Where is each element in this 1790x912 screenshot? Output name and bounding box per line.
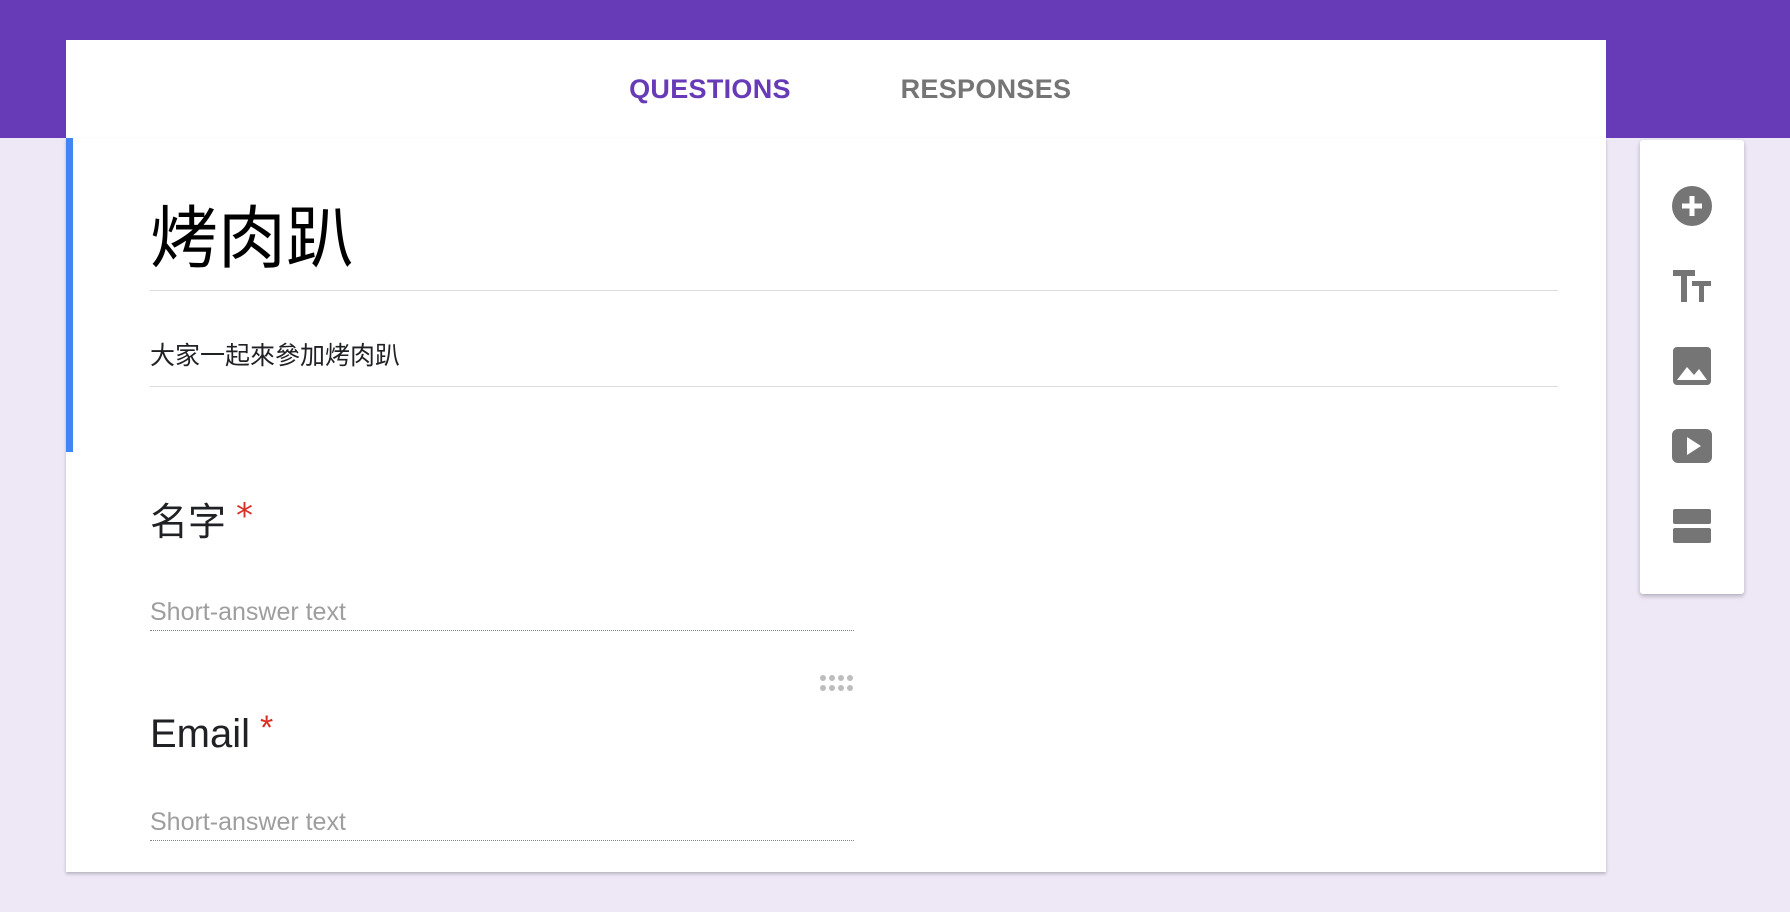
required-asterisk: * — [236, 496, 254, 536]
add-section-icon — [1673, 509, 1711, 543]
question-1-label: 名字 — [150, 500, 227, 544]
question-2-label: Email — [150, 712, 251, 756]
add-title-button[interactable] — [1662, 256, 1722, 316]
question-2-title[interactable]: Email * — [150, 709, 274, 758]
add-image-icon — [1673, 347, 1711, 385]
tab-responses[interactable]: RESPONSES — [866, 40, 1106, 138]
form-title[interactable]: 烤肉趴 — [150, 200, 1550, 280]
side-toolbar — [1640, 140, 1744, 594]
tab-questions[interactable]: QUESTIONS — [586, 40, 834, 138]
add-question-icon — [1672, 186, 1712, 226]
title-underline — [150, 290, 1558, 291]
add-video-icon — [1672, 429, 1712, 463]
add-image-button[interactable] — [1662, 336, 1722, 396]
form-card: 烤肉趴 大家一起來參加烤肉趴 名字* Email* — [66, 138, 1606, 872]
tab-bar: QUESTIONS RESPONSES — [66, 40, 1606, 176]
question-2-short-answer[interactable] — [150, 804, 854, 841]
description-underline — [150, 386, 1558, 387]
add-section-button[interactable] — [1662, 496, 1722, 556]
question-1-title[interactable]: 名字 * — [150, 496, 254, 546]
drag-handle-icon[interactable] — [819, 673, 853, 693]
add-question-button[interactable] — [1662, 176, 1722, 236]
question-1-short-answer[interactable] — [150, 594, 854, 631]
section-focus-indicator — [66, 138, 73, 452]
add-video-button[interactable] — [1662, 416, 1722, 476]
add-title-icon — [1673, 270, 1711, 302]
required-asterisk: * — [260, 709, 274, 747]
form-description[interactable]: 大家一起來參加烤肉趴 — [150, 338, 1550, 374]
